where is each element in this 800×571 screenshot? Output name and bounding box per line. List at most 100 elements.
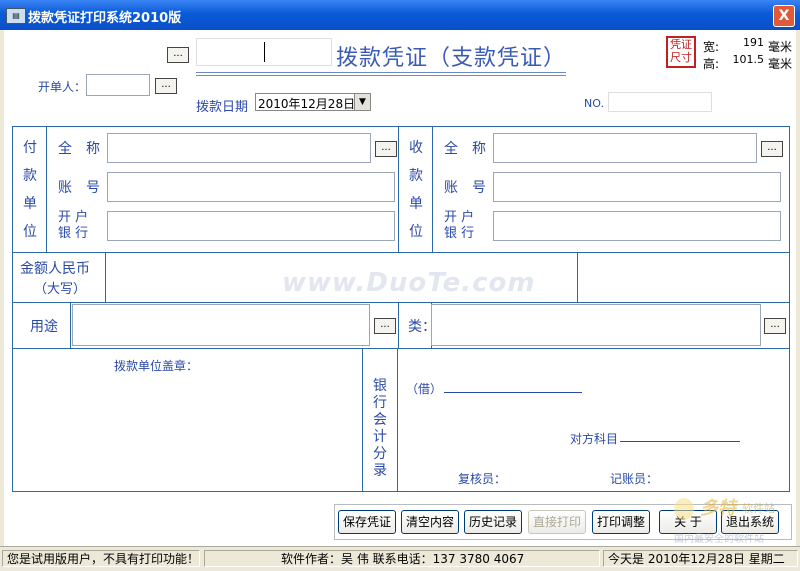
payer-unit-char: 单 <box>23 196 37 212</box>
bank-entry-char: 计 <box>373 429 387 445</box>
payee-account-input[interactable] <box>493 172 781 202</box>
payee-unit-char: 位 <box>409 224 423 240</box>
date-picker[interactable]: 2010年12月28日 ▼ <box>255 93 371 111</box>
status-bar: 您是试用版用户，不具有打印功能！ 软件作者：吴 伟 联系电话：137 3780 … <box>0 546 800 571</box>
payee-unit-char: 收 <box>409 140 423 156</box>
payee-name-label-b: 称 <box>472 141 486 157</box>
purpose-picker-button[interactable]: ... <box>374 318 396 334</box>
payer-unit-char: 位 <box>23 224 37 240</box>
date-status: 今天是 2010年12月28日 星期二 <box>603 550 798 567</box>
payer-bank-label-b: 银 行 <box>58 226 89 241</box>
width-label: 宽: <box>703 40 720 54</box>
drawer-label: 开单人： <box>38 80 87 94</box>
date-label: 拨款日期 <box>196 100 249 115</box>
payer-account-label-b: 号 <box>86 180 100 196</box>
category-input[interactable] <box>431 304 761 346</box>
width-value[interactable]: 191 <box>722 36 766 52</box>
grid-line <box>577 252 578 302</box>
payer-bank-label-a: 开 户 <box>58 210 89 225</box>
bookkeeper-label: 记账员： <box>610 472 659 486</box>
title-underline <box>196 72 566 73</box>
payer-name-label-b: 称 <box>86 141 100 157</box>
author-status: 软件作者：吴 伟 联系电话：137 3780 4067 <box>204 550 600 567</box>
height-value[interactable]: 101.5 <box>722 53 766 69</box>
clear-content-button[interactable]: 清空内容 <box>401 510 459 534</box>
trial-status: 您是试用版用户，不具有打印功能！ <box>2 550 200 567</box>
close-button[interactable]: X <box>773 5 795 27</box>
grid-line <box>398 302 399 348</box>
payer-unit-char: 付 <box>23 140 37 156</box>
purpose-input[interactable] <box>72 304 370 346</box>
grid-line <box>46 126 47 252</box>
grid-line <box>70 302 71 348</box>
payer-account-label-a: 账 <box>58 180 72 196</box>
logo-slogan: 国内最安全的软件站 <box>674 534 764 545</box>
date-value: 2010年12月28日 <box>258 97 356 111</box>
voucher-title: 拨款凭证（支款凭证） <box>336 46 567 71</box>
purpose-label: 用途 <box>30 319 58 335</box>
window-title: 拨款凭证打印系统2010版 <box>28 11 182 26</box>
history-button[interactable]: 历史记录 <box>464 510 522 534</box>
amount-label: 金额人民币 <box>20 261 90 277</box>
save-voucher-button[interactable]: 保存凭证 <box>338 510 396 534</box>
payee-name-picker-button[interactable]: ... <box>761 141 783 157</box>
title-underline-2 <box>196 75 566 76</box>
payee-bank-label-a: 开 户 <box>444 210 475 225</box>
drawer-picker-button[interactable]: ... <box>155 78 177 94</box>
amount-label-sub: （大写） <box>34 282 87 297</box>
debit-label: （借） <box>406 382 443 396</box>
voucher-code-input[interactable] <box>196 38 332 66</box>
logo-text: 多特 <box>700 498 736 519</box>
bank-entry-char: 行 <box>373 395 387 411</box>
bank-entry-char: 录 <box>373 463 387 479</box>
size-stamp-line1: 凭证 <box>670 38 692 51</box>
corner-logo: 多特 软件站 国内最安全的软件站 <box>672 492 796 546</box>
logo-badge-icon <box>674 498 694 520</box>
counter-account-label: 对方科目 <box>570 432 619 446</box>
grid-line <box>362 348 363 492</box>
grid-line <box>12 252 790 253</box>
logo-text-sub: 软件站 <box>742 502 775 515</box>
chevron-down-icon[interactable]: ▼ <box>354 94 370 110</box>
print-adjust-button[interactable]: 打印调整 <box>592 510 650 534</box>
size-stamp-line2: 尺寸 <box>670 51 692 64</box>
amount-figures-input[interactable] <box>579 254 789 300</box>
drawer-input[interactable] <box>86 74 150 96</box>
category-picker-button[interactable]: ... <box>764 318 786 334</box>
height-label: 高: <box>703 57 720 71</box>
voucher-size-stamp[interactable]: 凭证 尺寸 <box>666 36 696 68</box>
payer-name-input[interactable] <box>107 133 371 163</box>
reviewer-label: 复核员： <box>458 472 507 486</box>
payee-bank-input[interactable] <box>493 211 781 241</box>
main-form: ... 拨款凭证（支款凭证） 开单人： ... 拨款日期 2010年12月28日… <box>4 30 796 546</box>
watermark: www.DuoTe.com <box>282 268 536 298</box>
payer-bank-input[interactable] <box>107 211 395 241</box>
grid-line <box>398 126 399 252</box>
bank-entry-char: 银 <box>373 378 387 394</box>
grid-line <box>432 126 433 252</box>
height-unit: 毫米 <box>768 57 793 71</box>
direct-print-button[interactable]: 直接打印 <box>528 510 586 534</box>
width-unit: 毫米 <box>768 40 793 54</box>
bank-entry-char: 会 <box>373 412 387 428</box>
grid-line <box>105 252 106 302</box>
grid-line <box>12 348 790 349</box>
voucher-no-picker-button[interactable]: ... <box>167 47 189 63</box>
payee-unit-char: 款 <box>409 168 423 184</box>
payer-account-input[interactable] <box>107 172 395 202</box>
text-cursor <box>264 42 265 62</box>
payer-name-label-a: 全 <box>58 141 72 157</box>
no-label: NO. <box>584 97 604 110</box>
payer-name-picker-button[interactable]: ... <box>375 141 397 157</box>
payee-account-label-a: 账 <box>444 180 458 196</box>
counter-account-underline <box>620 441 740 442</box>
app-icon: ▤ <box>6 8 26 24</box>
payee-name-input[interactable] <box>493 133 757 163</box>
payee-bank-label-b: 银 行 <box>444 226 475 241</box>
title-bar[interactable]: ▤ 拨款凭证打印系统2010版 X <box>0 0 800 30</box>
grid-line <box>397 348 398 492</box>
payer-unit-char: 款 <box>23 168 37 184</box>
voucher-number-input[interactable] <box>608 92 712 112</box>
bank-entry-char: 分 <box>373 446 387 462</box>
grid-line <box>12 302 790 303</box>
